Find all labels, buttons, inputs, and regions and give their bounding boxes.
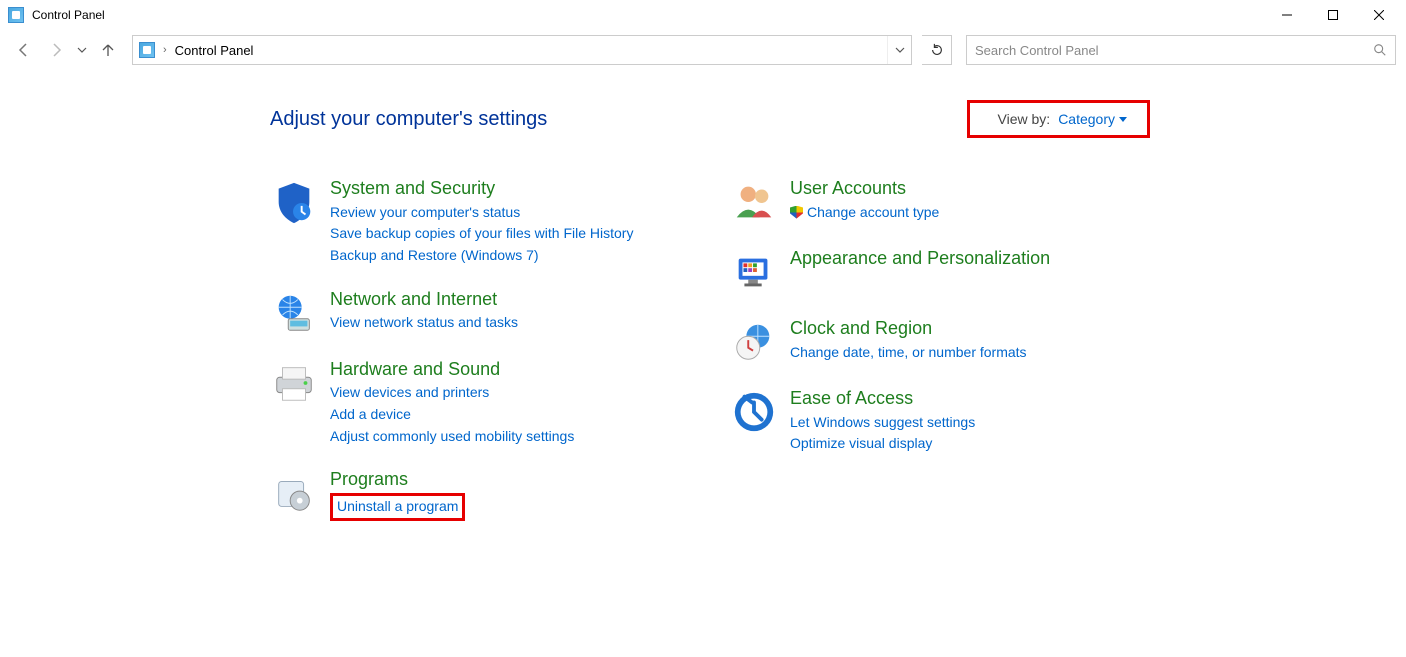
breadcrumb-root[interactable]: Control Panel: [175, 43, 254, 58]
link-backup-restore[interactable]: Backup and Restore (Windows 7): [330, 245, 633, 267]
category-system-security: System and Security Review your computer…: [270, 178, 670, 267]
chevron-down-icon: [1119, 117, 1127, 122]
category-network-internet: Network and Internet View network status…: [270, 289, 670, 337]
category-appearance: Appearance and Personalization: [730, 248, 1130, 296]
category-clock-region: Clock and Region Change date, time, or n…: [730, 318, 1130, 366]
link-optimize-display[interactable]: Optimize visual display: [790, 433, 975, 455]
link-date-time-formats[interactable]: Change date, time, or number formats: [790, 342, 1027, 364]
forward-button[interactable]: [42, 36, 70, 64]
category-column-left: System and Security Review your computer…: [270, 178, 670, 543]
category-title[interactable]: User Accounts: [790, 178, 939, 200]
ease-of-access-icon: [730, 388, 778, 436]
nav-toolbar: › Control Panel: [0, 30, 1406, 70]
control-panel-app-icon: [8, 7, 24, 23]
category-column-right: User Accounts Change account type Appear…: [730, 178, 1130, 543]
chevron-right-icon[interactable]: ›: [161, 44, 169, 56]
clock-globe-icon: [730, 318, 778, 366]
search-input[interactable]: [975, 43, 1373, 58]
view-by-label: View by:: [998, 111, 1051, 127]
view-by-dropdown[interactable]: Category: [1058, 111, 1127, 127]
link-review-status[interactable]: Review your computer's status: [330, 202, 633, 224]
close-button[interactable]: [1356, 0, 1402, 30]
link-devices-printers[interactable]: View devices and printers: [330, 382, 574, 404]
view-by-value: Category: [1058, 111, 1115, 127]
back-button[interactable]: [10, 36, 38, 64]
category-title[interactable]: System and Security: [330, 178, 633, 200]
page-title: Adjust your computer's settings: [270, 108, 547, 131]
printer-icon: [270, 359, 318, 407]
uninstall-highlight: Uninstall a program: [330, 493, 465, 521]
search-box[interactable]: [966, 35, 1396, 65]
control-panel-path-icon: [139, 42, 155, 58]
category-programs: Programs Uninstall a program: [270, 469, 670, 520]
link-mobility-settings[interactable]: Adjust commonly used mobility settings: [330, 426, 574, 448]
category-title[interactable]: Programs: [330, 469, 465, 491]
link-uninstall-program[interactable]: Uninstall a program: [337, 498, 458, 514]
globe-network-icon: [270, 289, 318, 337]
link-add-device[interactable]: Add a device: [330, 404, 574, 426]
category-title[interactable]: Hardware and Sound: [330, 359, 574, 381]
content-area: Adjust your computer's settings View by:…: [0, 70, 1406, 543]
appearance-icon: [730, 248, 778, 296]
category-hardware-sound: Hardware and Sound View devices and prin…: [270, 359, 670, 448]
refresh-button[interactable]: [922, 35, 952, 65]
up-button[interactable]: [94, 36, 122, 64]
titlebar: Control Panel: [0, 0, 1406, 30]
maximize-button[interactable]: [1310, 0, 1356, 30]
shield-icon: [270, 178, 318, 226]
category-title[interactable]: Network and Internet: [330, 289, 518, 311]
link-change-account-type[interactable]: Change account type: [790, 202, 939, 224]
category-title[interactable]: Ease of Access: [790, 388, 975, 410]
window-title: Control Panel: [32, 8, 105, 22]
search-icon: [1373, 43, 1387, 57]
link-network-status[interactable]: View network status and tasks: [330, 312, 518, 334]
recent-locations-button[interactable]: [74, 36, 90, 64]
link-suggest-settings[interactable]: Let Windows suggest settings: [790, 412, 975, 434]
category-user-accounts: User Accounts Change account type: [730, 178, 1130, 226]
category-title[interactable]: Appearance and Personalization: [790, 248, 1050, 270]
address-bar[interactable]: › Control Panel: [132, 35, 912, 65]
view-by-highlight: View by: Category: [967, 100, 1150, 138]
programs-icon: [270, 469, 318, 517]
minimize-button[interactable]: [1264, 0, 1310, 30]
category-ease-of-access: Ease of Access Let Windows suggest setti…: [730, 388, 1130, 455]
user-accounts-icon: [730, 178, 778, 226]
link-file-history[interactable]: Save backup copies of your files with Fi…: [330, 223, 633, 245]
category-title[interactable]: Clock and Region: [790, 318, 1027, 340]
address-history-dropdown[interactable]: [887, 36, 911, 64]
